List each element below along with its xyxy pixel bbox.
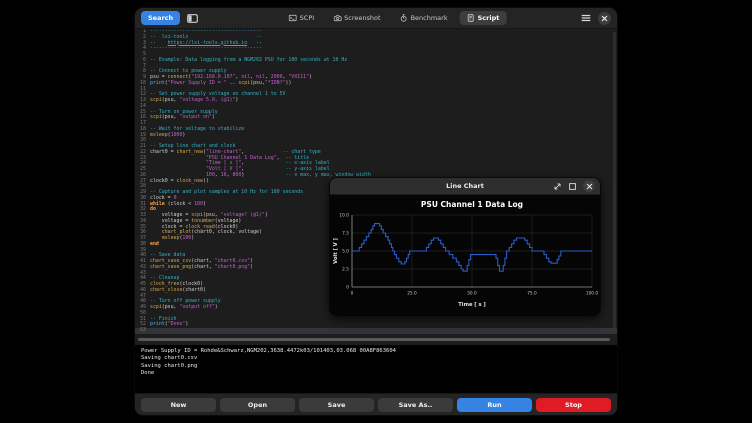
tab-label: Script — [478, 14, 500, 22]
y-tick-label: 10.0 — [339, 213, 349, 219]
x-tick-label: 75.0 — [527, 291, 537, 297]
document-icon — [467, 14, 475, 22]
console-line: Done — [141, 370, 611, 377]
action-bar: New Open Save Save As.. Run Stop — [135, 393, 617, 415]
save-button[interactable]: Save — [299, 398, 374, 412]
chart-window-controls — [553, 180, 600, 192]
terminal-icon — [289, 14, 297, 22]
console-line: Saving chart0.csv — [141, 355, 611, 362]
headerbar: Search SCPI Screenshot Benchmark Script — [135, 8, 617, 29]
code-text: chart_close(chart0) — [150, 288, 206, 294]
code-text: scpi(psu, "voltage 5.0, (@1)") — [150, 98, 238, 104]
y-axis-label: Volt [ V ] — [333, 238, 339, 264]
tab-label: SCPI — [300, 14, 315, 22]
tab-benchmark[interactable]: Benchmark — [393, 11, 455, 25]
tab-label: Benchmark — [411, 14, 448, 22]
panel-toggle-icon[interactable] — [187, 14, 198, 23]
console-output: Power Supply ID = Rohde&Schwarz,NGM202,3… — [135, 345, 617, 393]
chart-window-titlebar[interactable]: Line Chart — [330, 178, 600, 195]
code-text: print("Done") — [150, 322, 188, 328]
console-line: Power Supply ID = Rohde&Schwarz,NGM202,3… — [141, 348, 611, 355]
code-text: while (clock < 100) — [150, 202, 206, 208]
x-tick-label: 0 — [351, 291, 354, 297]
psu-chart: 0 25.0 50.0 75.0 100.0 0 2.5 5.0 7.5 10.0 PSU Chan… — [330, 195, 600, 315]
save-as-button[interactable]: Save As.. — [378, 398, 453, 412]
search-button[interactable]: Search — [141, 11, 180, 25]
y-tick-label: 7.5 — [342, 231, 349, 237]
horizontal-scrollbar[interactable] — [138, 338, 610, 341]
expand-icon[interactable] — [553, 182, 562, 191]
vertical-scrollbar[interactable] — [613, 32, 616, 328]
tab-label: Screenshot — [344, 14, 380, 22]
tab-scpi[interactable]: SCPI — [282, 11, 322, 25]
console-line: Saving chart0.png — [141, 363, 611, 370]
run-button[interactable]: Run — [457, 398, 532, 412]
code-text: -------------------------------------- — [150, 46, 262, 52]
x-axis-label: Time [ s ] — [458, 302, 486, 308]
code-text: -- Example: Data logging from a NGM202 P… — [150, 58, 347, 64]
tab-script[interactable]: Script — [460, 11, 507, 25]
line-number: 53 — [135, 328, 150, 334]
code-text: chart_save_png(chart, "chart0.png") — [150, 265, 253, 271]
x-tick-label: 100.0 — [586, 291, 599, 297]
header-controls — [581, 12, 611, 25]
code-text: msleep(1000) — [150, 133, 185, 139]
code-text: end — [150, 242, 159, 248]
y-tick-label: 2.5 — [342, 267, 349, 273]
new-button[interactable]: New — [141, 398, 216, 412]
code-text: scpi(psu, "output off") — [150, 305, 218, 311]
tab-screenshot[interactable]: Screenshot — [326, 11, 387, 25]
x-tick-label: 50.0 — [467, 291, 477, 297]
y-tick-label: 5.0 — [342, 249, 349, 255]
chart-title: PSU Channel 1 Data Log — [421, 200, 523, 209]
y-tick-label: 0 — [346, 285, 349, 291]
maximize-icon[interactable] — [568, 182, 577, 191]
chart-close-icon[interactable] — [583, 180, 595, 192]
code-text: scpi(psu, "output on") — [150, 115, 215, 121]
stopwatch-icon — [400, 14, 408, 22]
close-icon[interactable] — [598, 12, 611, 25]
tab-strip: SCPI Screenshot Benchmark Script — [282, 11, 507, 25]
stop-button[interactable]: Stop — [536, 398, 611, 412]
camera-icon — [333, 14, 341, 22]
line-chart-window: Line Chart 0 25.0 50.0 75.0 100.0 0 2.5 5.0 7.5 1… — [330, 178, 600, 315]
x-tick-label: 25.0 — [407, 291, 417, 297]
code-text: print("Power Supply ID = " .. scpi(psu,"… — [150, 81, 291, 87]
code-line[interactable]: 53 — [135, 328, 617, 334]
menu-icon[interactable] — [581, 14, 591, 22]
code-text: clock0 = clock_new() — [150, 179, 209, 185]
open-button[interactable]: Open — [220, 398, 295, 412]
